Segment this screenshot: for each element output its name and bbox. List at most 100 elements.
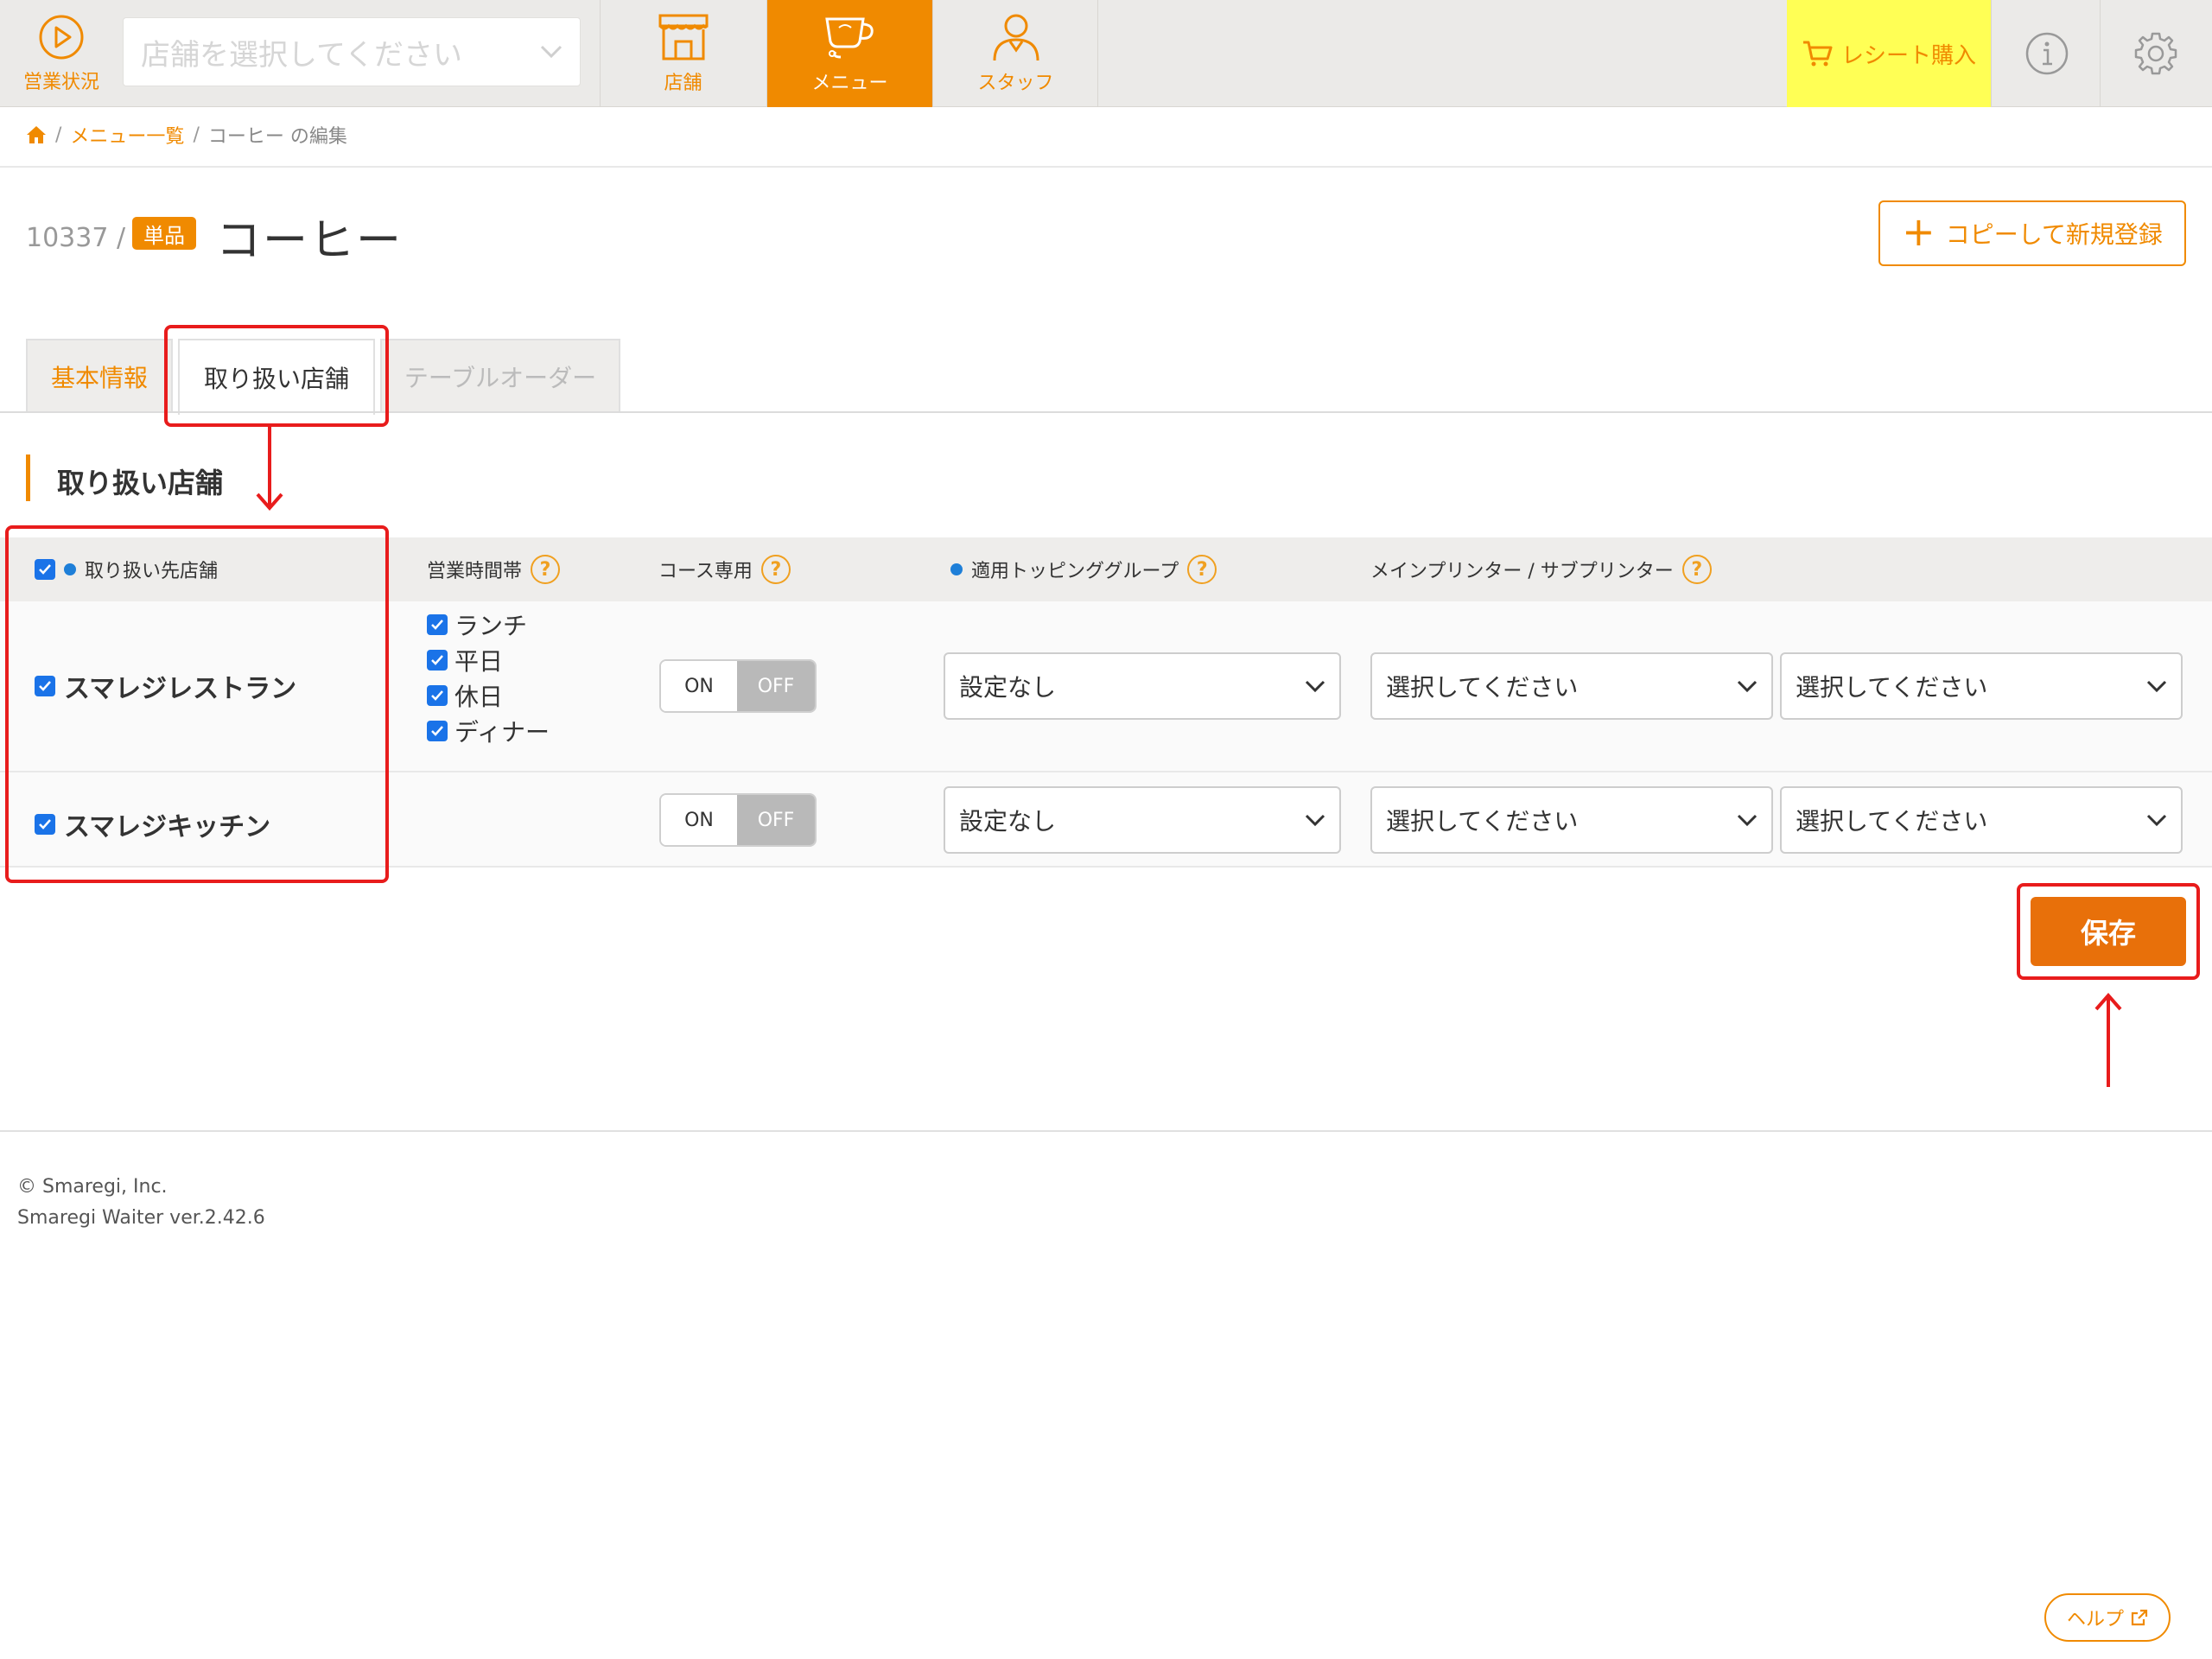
- chevron-down-icon: [1737, 814, 1758, 827]
- header-hours: 営業時間帯 ?: [427, 537, 561, 601]
- hours-item: 平日: [427, 647, 550, 676]
- checkmark-icon: [431, 690, 443, 701]
- breadcrumb-separator: /: [55, 124, 62, 146]
- hours-checkbox[interactable]: [427, 613, 448, 635]
- header-course-label: コース専用: [658, 561, 753, 582]
- annotation-box-save: [2017, 883, 2200, 980]
- hours-checkbox[interactable]: [427, 684, 448, 706]
- nav-tab-menu[interactable]: メニュー: [766, 0, 932, 107]
- chevron-down-icon: [2146, 814, 2167, 827]
- header-course: コース専用 ?: [658, 537, 791, 601]
- external-link-icon: [2131, 1609, 2148, 1626]
- checkmark-icon: [431, 654, 443, 665]
- toggle-on[interactable]: ON: [661, 661, 737, 711]
- breadcrumb-menu-list[interactable]: メニュー一覧: [70, 121, 184, 149]
- sub-printer-value: 選択してください: [1796, 807, 1988, 836]
- main-printer-select[interactable]: 選択してください: [1370, 786, 1773, 854]
- hours-label: 平日: [454, 646, 504, 676]
- chevron-down-icon: [1305, 814, 1325, 827]
- hours-checkbox[interactable]: [427, 720, 448, 741]
- nav-status-button[interactable]: 営業状況: [0, 0, 123, 107]
- home-icon[interactable]: [26, 125, 47, 144]
- topping-select-value: 設定なし: [959, 807, 1057, 836]
- sub-printer-select[interactable]: 選択してください: [1780, 786, 2183, 854]
- breadcrumb-current: コーヒー の編集: [207, 126, 347, 148]
- chevron-down-icon: [2146, 680, 2167, 693]
- nav-divider: [1097, 0, 1098, 107]
- item-id: 10337 /: [26, 223, 126, 253]
- nav-tab-menu-label: メニュー: [811, 73, 888, 94]
- store-select-placeholder: 店舗を選択してください: [141, 37, 462, 73]
- tab-basic-info[interactable]: 基本情報: [26, 339, 173, 413]
- gear-icon: [2134, 32, 2177, 75]
- tab-table-order[interactable]: テーブルオーダー: [380, 339, 620, 413]
- copy-new-label: コピーして新規登録: [1945, 220, 2163, 249]
- info-button[interactable]: [1991, 0, 2101, 107]
- nav-status-label: 営業状況: [22, 72, 99, 93]
- annotation-arrow-up-icon: [2094, 992, 2122, 1087]
- divider: [0, 166, 2212, 168]
- sub-printer-value: 選択してください: [1796, 673, 1988, 702]
- hours-list: ランチ 平日 休日 ディナー: [427, 612, 550, 747]
- plus-icon: +: [1902, 208, 1936, 255]
- nav-tab-staff[interactable]: スタッフ: [932, 0, 1098, 107]
- hours-label: 休日: [454, 682, 504, 711]
- top-nav: 営業状況 店舗を選択してください 店舗 メニュー スタッフ レシート購入: [0, 0, 2212, 107]
- hours-label: ディナー: [454, 717, 550, 747]
- play-circle-icon: [39, 15, 84, 60]
- help-question-icon[interactable]: ?: [531, 555, 561, 584]
- topping-select-value: 設定なし: [959, 673, 1057, 702]
- header-printer: メインプリンター / サブプリンター ?: [1370, 537, 1712, 601]
- receipt-purchase-button[interactable]: レシート購入: [1787, 0, 1991, 107]
- main-printer-select[interactable]: 選択してください: [1370, 652, 1773, 720]
- topping-select[interactable]: 設定なし: [944, 786, 1341, 854]
- toggle-on[interactable]: ON: [661, 795, 737, 845]
- main-printer-value: 選択してください: [1386, 807, 1579, 836]
- chevron-down-icon: [1305, 680, 1325, 693]
- breadcrumb: / メニュー一覧 / コーヒー の編集: [26, 121, 347, 149]
- topping-select[interactable]: 設定なし: [944, 652, 1341, 720]
- hours-label: ランチ: [454, 611, 528, 640]
- main-printer-value: 選択してください: [1386, 673, 1579, 702]
- help-button[interactable]: ヘルプ: [2044, 1593, 2171, 1642]
- course-toggle[interactable]: ON OFF: [659, 659, 817, 713]
- section-title: 取り扱い店舗: [57, 467, 224, 499]
- chevron-down-icon: [540, 39, 563, 65]
- toggle-off[interactable]: OFF: [737, 661, 815, 711]
- header-topping-label: 適用トッピンググループ: [971, 561, 1179, 582]
- chevron-down-icon: [1737, 680, 1758, 693]
- footer-divider: [0, 1130, 2212, 1132]
- header-hours-label: 営業時間帯: [427, 561, 523, 582]
- nav-tab-store-label: 店舗: [664, 73, 702, 94]
- store-select[interactable]: 店舗を選択してください: [123, 17, 581, 86]
- page-title: コーヒー: [216, 215, 404, 267]
- section-accent-bar: [26, 454, 30, 501]
- cart-icon: [1802, 41, 1833, 67]
- receipt-purchase-label: レシート購入: [1840, 42, 1976, 69]
- checkmark-icon: [431, 619, 443, 630]
- store-icon: [658, 14, 708, 60]
- help-label: ヘルプ: [2066, 1609, 2124, 1630]
- info-icon: [2025, 32, 2068, 75]
- annotation-arrow-down-icon: [256, 427, 283, 512]
- header-topping: 適用トッピンググループ ?: [950, 537, 1217, 601]
- settings-button[interactable]: [2100, 0, 2210, 107]
- help-question-icon[interactable]: ?: [1681, 555, 1712, 584]
- copy-new-button[interactable]: + コピーして新規登録: [1878, 200, 2186, 266]
- toggle-off[interactable]: OFF: [737, 795, 815, 845]
- footer-info: © Smaregi, Inc. Smaregi Waiter ver.2.42.…: [17, 1172, 265, 1234]
- course-toggle[interactable]: ON OFF: [659, 793, 817, 847]
- cup-icon: [824, 17, 874, 59]
- annotation-box-stores: [5, 525, 389, 883]
- help-question-icon[interactable]: ?: [1187, 555, 1217, 584]
- hours-item: 休日: [427, 683, 550, 711]
- required-dot-icon: [950, 563, 963, 575]
- help-question-icon[interactable]: ?: [760, 555, 791, 584]
- hours-checkbox[interactable]: [427, 649, 448, 671]
- checkmark-icon: [431, 725, 443, 736]
- sub-printer-select[interactable]: 選択してください: [1780, 652, 2183, 720]
- nav-tab-store[interactable]: 店舗: [600, 0, 766, 107]
- annotation-box-tab: [164, 325, 389, 427]
- hours-item: ランチ: [427, 612, 550, 640]
- nav-tab-staff-label: スタッフ: [977, 73, 1054, 94]
